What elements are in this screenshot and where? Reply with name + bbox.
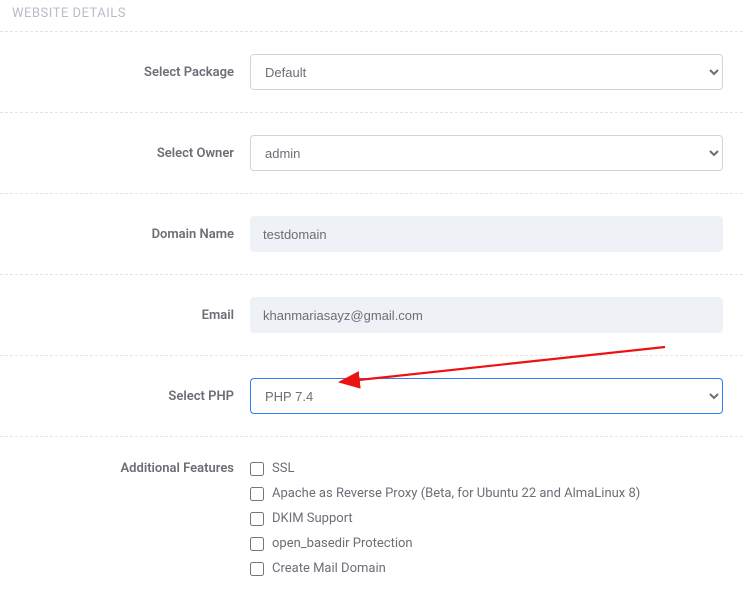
checkbox-label-ssl[interactable]: SSL [272, 461, 294, 476]
input-domain-name[interactable] [250, 216, 723, 252]
label-domain-name: Domain Name [0, 227, 250, 242]
checkbox-mail-domain[interactable] [250, 562, 264, 576]
row-domain-name: Domain Name [0, 193, 743, 274]
section-header: WEBSITE DETAILS [0, 0, 743, 31]
checkbox-group-features: SSL Apache as Reverse Proxy (Beta, for U… [250, 459, 723, 576]
select-owner[interactable]: admin [250, 135, 723, 171]
row-additional-features: Additional Features SSL Apache as Revers… [0, 436, 743, 598]
row-select-php: Select PHP PHP 7.4 [0, 355, 743, 436]
checkbox-item-ssl: SSL [250, 461, 723, 476]
checkbox-label-open-basedir[interactable]: open_basedir Protection [272, 536, 413, 551]
select-package[interactable]: Default [250, 54, 723, 90]
row-select-owner: Select Owner admin [0, 112, 743, 193]
row-email: Email [0, 274, 743, 355]
label-select-package: Select Package [0, 65, 250, 80]
input-email[interactable] [250, 297, 723, 333]
checkbox-item-mail-domain: Create Mail Domain [250, 561, 723, 576]
checkbox-label-dkim[interactable]: DKIM Support [272, 511, 353, 526]
checkbox-apache-reverse-proxy[interactable] [250, 487, 264, 501]
label-select-owner: Select Owner [0, 146, 250, 161]
checkbox-item-open-basedir: open_basedir Protection [250, 536, 723, 551]
checkbox-label-apache-reverse-proxy[interactable]: Apache as Reverse Proxy (Beta, for Ubunt… [272, 486, 640, 501]
row-select-package: Select Package Default [0, 31, 743, 112]
label-select-php: Select PHP [0, 389, 250, 404]
checkbox-open-basedir[interactable] [250, 537, 264, 551]
select-php[interactable]: PHP 7.4 [250, 378, 723, 414]
checkbox-dkim[interactable] [250, 512, 264, 526]
checkbox-item-apache-reverse-proxy: Apache as Reverse Proxy (Beta, for Ubunt… [250, 486, 723, 501]
label-additional-features: Additional Features [0, 459, 250, 476]
checkbox-label-mail-domain[interactable]: Create Mail Domain [272, 561, 386, 576]
checkbox-item-dkim: DKIM Support [250, 511, 723, 526]
checkbox-ssl[interactable] [250, 462, 264, 476]
label-email: Email [0, 308, 250, 323]
